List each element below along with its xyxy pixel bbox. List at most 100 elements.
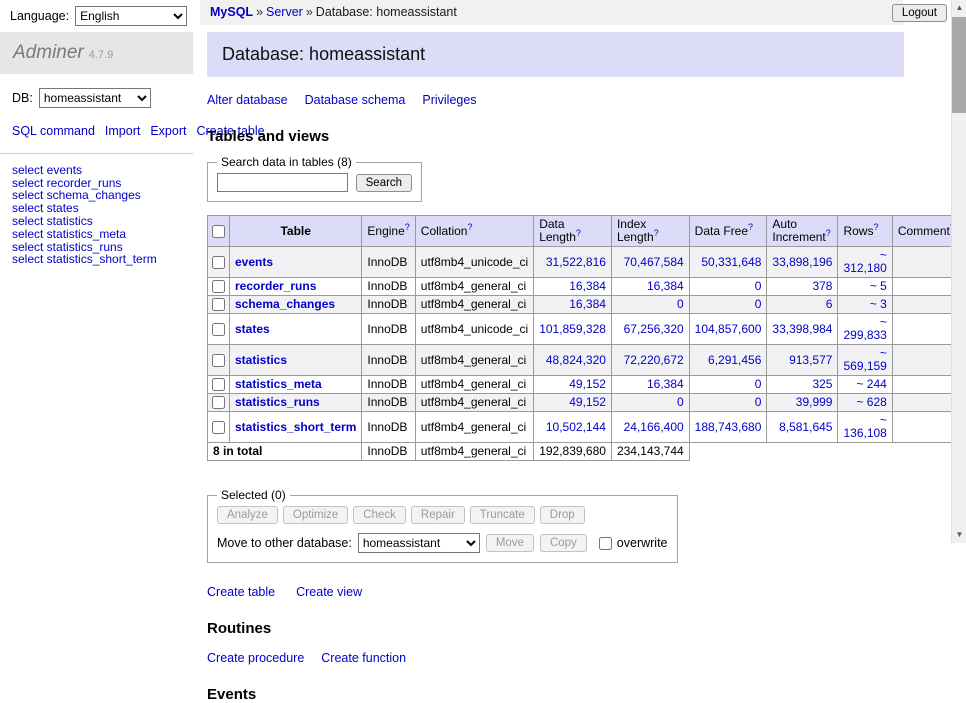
row-checkbox[interactable]	[212, 396, 225, 409]
rows-link[interactable]: ~ 5	[870, 279, 887, 293]
index-length-link[interactable]: 0	[677, 395, 684, 409]
auto-increment-link[interactable]: 33,398,984	[772, 322, 832, 336]
auto-increment-link[interactable]: 39,999	[796, 395, 833, 409]
rows-link[interactable]: ~ 299,833	[843, 315, 886, 342]
logout-button[interactable]: Logout	[892, 4, 947, 22]
db-action-link[interactable]: Database schema	[305, 93, 406, 107]
db-action-link[interactable]: Privileges	[422, 93, 476, 107]
data-free-link[interactable]: 6,291,456	[708, 353, 761, 367]
index-length-link[interactable]: 0	[677, 297, 684, 311]
search-button[interactable]: Search	[356, 174, 412, 192]
db-select[interactable]: homeassistant	[39, 88, 151, 108]
data-length-link[interactable]: 48,824,320	[546, 353, 606, 367]
sidebar-table-link[interactable]: select statistics	[12, 215, 181, 228]
index-length-link[interactable]: 67,256,320	[624, 322, 684, 336]
scroll-up-icon[interactable]: ▲	[952, 0, 966, 16]
column-help-link[interactable]: ?	[405, 222, 410, 232]
create-link[interactable]: Create table	[207, 585, 275, 599]
auto-increment-link[interactable]: 6	[826, 297, 833, 311]
table-name-link[interactable]: recorder_runs	[235, 279, 316, 293]
sidebar-action-link[interactable]: Import	[105, 124, 140, 138]
vertical-scrollbar[interactable]: ▲ ▼	[951, 0, 966, 543]
table-name-link[interactable]: statistics	[235, 353, 287, 367]
auto-increment-link[interactable]: 325	[812, 377, 832, 391]
sidebar-table-link[interactable]: select statistics_short_term	[12, 253, 181, 266]
table-name-link[interactable]: statistics_runs	[235, 395, 320, 409]
data-free-link[interactable]: 0	[755, 279, 762, 293]
auto-increment-link[interactable]: 913,577	[789, 353, 832, 367]
table-name-link[interactable]: events	[235, 255, 273, 269]
rows-link[interactable]: ~ 244	[856, 377, 886, 391]
breadcrumb-mysql-link[interactable]: MySQL	[210, 5, 253, 19]
move-db-select[interactable]: homeassistant	[358, 533, 480, 553]
db-action-link[interactable]: Alter database	[207, 93, 288, 107]
data-free-link[interactable]: 188,743,680	[695, 420, 762, 434]
data-length-link[interactable]: 10,502,144	[546, 420, 606, 434]
scrollbar-thumb[interactable]	[952, 17, 966, 113]
select-all-checkbox[interactable]	[212, 225, 225, 238]
data-free-link[interactable]: 0	[755, 395, 762, 409]
rows-link[interactable]: ~ 136,108	[843, 413, 886, 440]
sidebar-table-link[interactable]: select statistics_meta	[12, 228, 181, 241]
scroll-down-icon[interactable]: ▼	[952, 527, 966, 543]
data-length-link[interactable]: 31,522,816	[546, 255, 606, 269]
truncate-button[interactable]: Truncate	[470, 506, 535, 524]
table-name-link[interactable]: statistics_short_term	[235, 420, 356, 434]
check-button[interactable]: Check	[353, 506, 406, 524]
data-free-link[interactable]: 50,331,648	[701, 255, 761, 269]
column-help-link[interactable]: ?	[576, 228, 581, 238]
row-checkbox[interactable]	[212, 298, 225, 311]
table-name-link[interactable]: statistics_meta	[235, 377, 322, 391]
auto-increment-link[interactable]: 378	[812, 279, 832, 293]
rows-link[interactable]: ~ 3	[870, 297, 887, 311]
data-length-link[interactable]: 16,384	[569, 297, 606, 311]
column-help-link[interactable]: ?	[826, 228, 831, 238]
sidebar-table-link[interactable]: select events	[12, 164, 181, 177]
rows-link[interactable]: ~ 628	[856, 395, 886, 409]
rows-link[interactable]: ~ 312,180	[843, 248, 886, 275]
row-checkbox[interactable]	[212, 354, 225, 367]
index-length-link[interactable]: 16,384	[647, 377, 684, 391]
drop-button[interactable]: Drop	[540, 506, 585, 524]
auto-increment-link[interactable]: 8,581,645	[779, 420, 832, 434]
row-checkbox[interactable]	[212, 421, 225, 434]
index-length-link[interactable]: 70,467,584	[624, 255, 684, 269]
row-checkbox[interactable]	[212, 280, 225, 293]
data-free-link[interactable]: 0	[755, 377, 762, 391]
column-help-link[interactable]: ?	[873, 222, 878, 232]
language-select[interactable]: English	[75, 6, 187, 26]
data-length-link[interactable]: 101,859,328	[539, 322, 606, 336]
create-link[interactable]: Create view	[296, 585, 362, 599]
routine-link[interactable]: Create procedure	[207, 651, 304, 665]
routine-link[interactable]: Create function	[321, 651, 406, 665]
overwrite-checkbox[interactable]	[599, 537, 612, 550]
table-name-link[interactable]: schema_changes	[235, 297, 335, 311]
index-length-link[interactable]: 16,384	[647, 279, 684, 293]
index-length-link[interactable]: 72,220,672	[624, 353, 684, 367]
move-button[interactable]: Move	[486, 534, 534, 552]
sidebar-action-link[interactable]: SQL command	[12, 124, 95, 138]
column-help-link[interactable]: ?	[654, 228, 659, 238]
overwrite-label[interactable]: overwrite	[617, 536, 668, 550]
row-checkbox[interactable]	[212, 256, 225, 269]
sidebar-action-link[interactable]: Export	[150, 124, 186, 138]
copy-button[interactable]: Copy	[540, 534, 587, 552]
table-name-link[interactable]: states	[235, 322, 270, 336]
column-help-link[interactable]: ?	[748, 222, 753, 232]
data-free-link[interactable]: 0	[755, 297, 762, 311]
row-checkbox[interactable]	[212, 378, 225, 391]
column-help-link[interactable]: ?	[467, 222, 472, 232]
rows-link[interactable]: ~ 569,159	[843, 346, 886, 373]
analyze-button[interactable]: Analyze	[217, 506, 278, 524]
repair-button[interactable]: Repair	[411, 506, 465, 524]
auto-increment-link[interactable]: 33,898,196	[772, 255, 832, 269]
index-length-link[interactable]: 24,166,400	[624, 420, 684, 434]
data-length-link[interactable]: 16,384	[569, 279, 606, 293]
data-length-link[interactable]: 49,152	[569, 377, 606, 391]
breadcrumb-server-link[interactable]: Server	[266, 5, 303, 19]
optimize-button[interactable]: Optimize	[283, 506, 348, 524]
data-free-link[interactable]: 104,857,600	[695, 322, 762, 336]
row-checkbox[interactable]	[212, 323, 225, 336]
data-length-link[interactable]: 49,152	[569, 395, 606, 409]
search-input[interactable]	[217, 173, 348, 192]
